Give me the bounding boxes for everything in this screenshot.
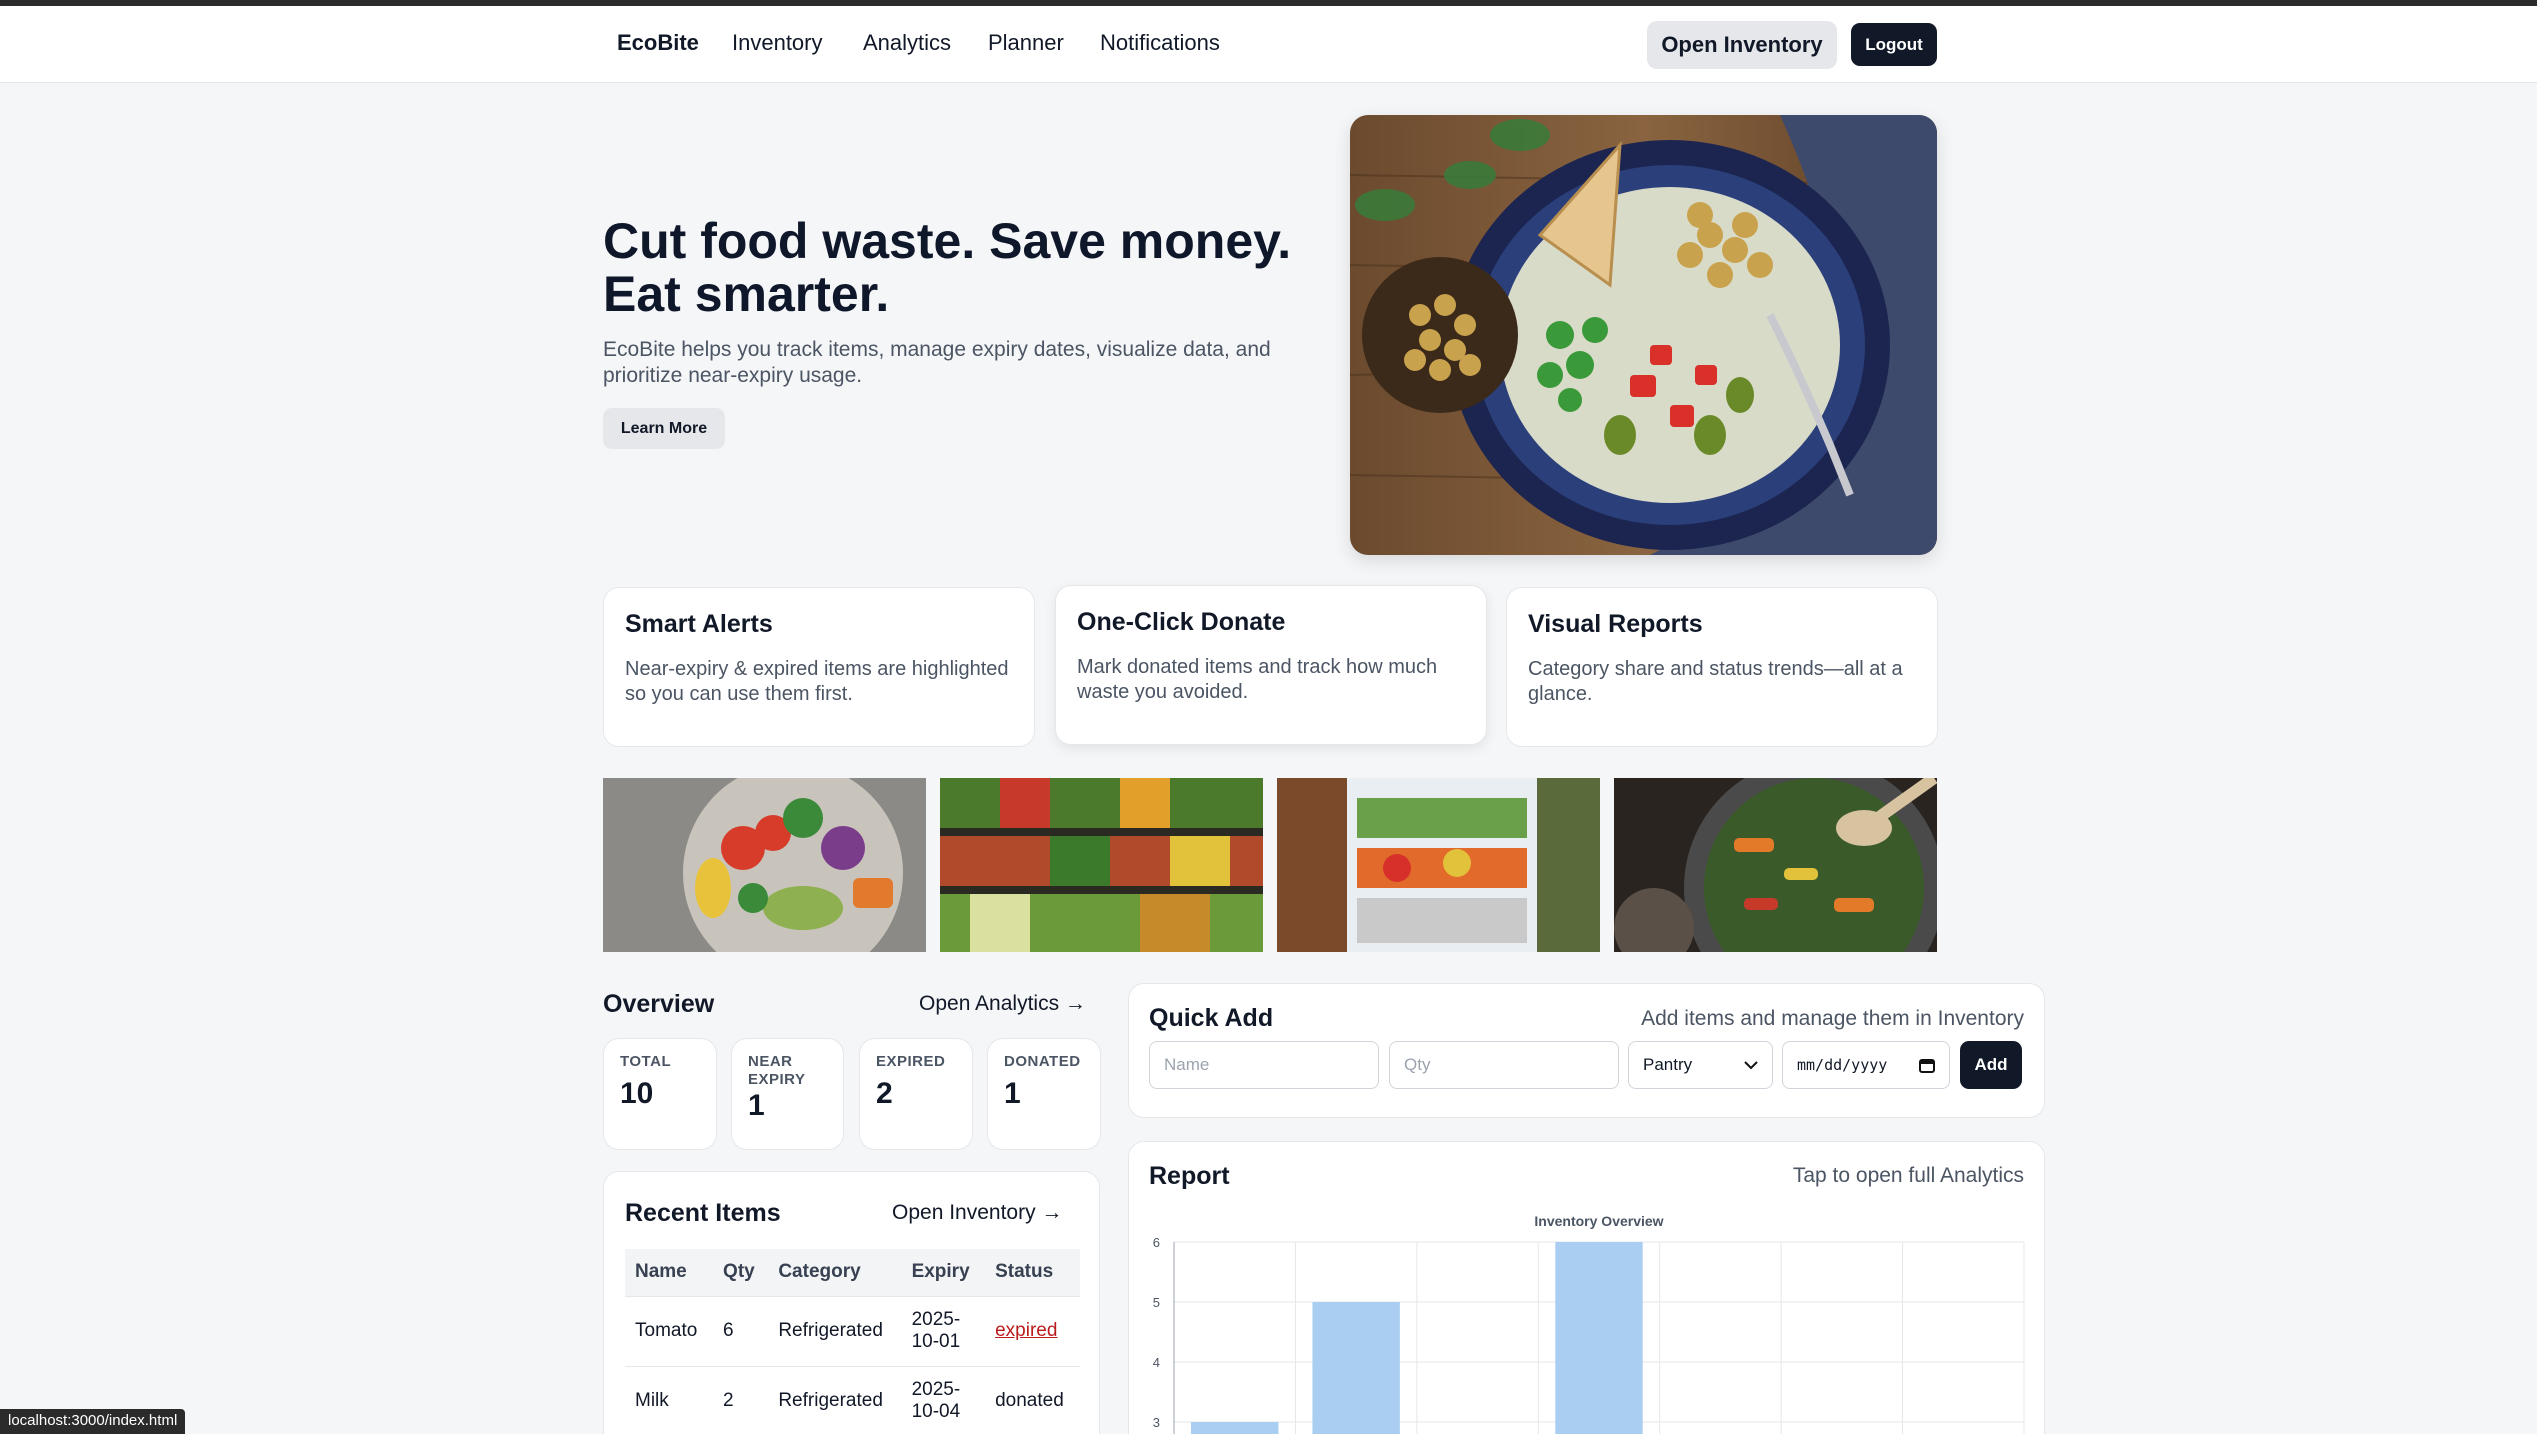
overview-title: Overview (603, 990, 715, 1018)
hero-food-bowl-image (1350, 115, 1937, 555)
nav-link-analytics[interactable]: Analytics (863, 30, 951, 56)
stat-value: 1 (748, 1089, 765, 1122)
date-placeholder: mm/dd/yyyy (1797, 1056, 1888, 1074)
cell-status: expired (985, 1296, 1080, 1367)
category-select[interactable]: Pantry (1628, 1041, 1773, 1089)
cell-qty: 6 (713, 1296, 769, 1367)
open-inventory-button[interactable]: Open Inventory (1647, 21, 1837, 69)
feature-title: One-Click Donate (1077, 608, 1286, 636)
feature-card-visual-reports: Visual Reports Category share and status… (1506, 587, 1938, 747)
cell-category: Refrigerated (768, 1366, 902, 1434)
calendar-icon[interactable] (1919, 1057, 1935, 1073)
feature-title: Visual Reports (1528, 610, 1703, 638)
open-inventory-link[interactable]: Open Inventory → (892, 1201, 1062, 1225)
column-header-qty: Qty (713, 1249, 769, 1297)
brand-logo[interactable]: EcoBite (617, 30, 699, 56)
chart-bar (1555, 1242, 1643, 1434)
expiry-part-2: 10-01 (911, 1331, 961, 1352)
table-header-row: Name Qty Category Expiry Status (625, 1249, 1080, 1297)
qty-input[interactable]: Qty (1389, 1041, 1619, 1089)
cell-name: Milk (625, 1366, 714, 1434)
y-tick-label: 3 (1153, 1415, 1160, 1430)
y-tick-label: 6 (1153, 1235, 1160, 1250)
open-analytics-link[interactable]: Open Analytics → (919, 992, 1086, 1016)
stat-value: 1 (1004, 1077, 1021, 1110)
stat-label: DONATED (1004, 1053, 1081, 1070)
category-selected-value: Pantry (1643, 1055, 1693, 1074)
stat-label: TOTAL (620, 1053, 672, 1070)
stat-card-expired: EXPIRED 2 (859, 1038, 973, 1150)
cell-expiry: 2025- 10-04 (901, 1366, 986, 1434)
stat-value: 10 (620, 1077, 654, 1110)
status-expired-link[interactable]: expired (995, 1320, 1057, 1341)
stat-label: EXPIRED (876, 1053, 946, 1070)
chart-bar (1191, 1422, 1279, 1434)
browser-status-url: localhost:3000/index.html (0, 1409, 186, 1434)
recent-items-table: Name Qty Category Expiry Status Tomato 6… (625, 1249, 1080, 1434)
expiry-part-2: 10-04 (911, 1401, 961, 1422)
y-tick-label: 4 (1153, 1355, 1160, 1370)
gallery-image-salad-plate (603, 778, 926, 952)
hero-title-line-2: Eat smarter. (603, 266, 890, 322)
column-header-expiry: Expiry (901, 1249, 986, 1297)
table-row: Tomato 6 Refrigerated 2025- 10-01 expired (625, 1296, 1080, 1367)
name-input[interactable]: Name (1149, 1041, 1379, 1089)
stat-card-donated: DONATED 1 (987, 1038, 1101, 1150)
recent-items-title: Recent Items (625, 1199, 781, 1227)
expiry-part-1: 2025- (911, 1379, 961, 1400)
quick-add-hint: Add items and manage them in Inventory (1641, 1007, 2024, 1030)
expiry-date-input[interactable]: mm/dd/yyyy (1782, 1041, 1950, 1089)
top-navbar: EcoBite Inventory Analytics Planner Noti… (0, 6, 2537, 83)
table-row: Milk 2 Refrigerated 2025- 10-04 donated (625, 1366, 1080, 1434)
chart-bar (1312, 1302, 1400, 1434)
y-tick-label: 5 (1153, 1295, 1160, 1310)
hero-title-line-1: Cut food waste. Save money. (603, 213, 1292, 269)
cell-expiry: 2025- 10-01 (901, 1296, 986, 1367)
nav-link-planner[interactable]: Planner (988, 30, 1064, 56)
nav-link-inventory[interactable]: Inventory (732, 30, 823, 56)
cell-qty: 2 (713, 1366, 769, 1434)
column-header-status: Status (985, 1249, 1080, 1297)
feature-text: Category share and status trends—all at … (1528, 658, 1903, 705)
hero-subtitle: EcoBite helps you track items, manage ex… (603, 338, 1271, 387)
gallery-image-wok-vegetables (1614, 778, 1937, 952)
feature-card-smart-alerts: Smart Alerts Near-expiry & expired items… (603, 587, 1035, 747)
nav-link-notifications[interactable]: Notifications (1100, 30, 1220, 56)
column-header-category: Category (768, 1249, 902, 1297)
quick-add-card: Quick Add Add items and manage them in I… (1128, 983, 2045, 1118)
chevron-down-icon (1744, 1061, 1758, 1070)
chart-title: Inventory Overview (1534, 1213, 1663, 1229)
inventory-overview-chart: Inventory Overview 6 5 4 3 (1153, 1213, 2025, 1434)
logout-button[interactable]: Logout (1851, 23, 1937, 66)
stat-card-near-expiry: NEAR EXPIRY 1 (731, 1038, 844, 1150)
feature-card-one-click-donate: One-Click Donate Mark donated items and … (1055, 585, 1487, 745)
hero-title: Cut food waste. Save money. Eat smarter. (603, 215, 1303, 321)
report-card[interactable]: Report Tap to open full Analytics Invent… (1128, 1141, 2045, 1434)
feature-text: Near-expiry & expired items are highligh… (625, 658, 1009, 705)
learn-more-button[interactable]: Learn More (603, 408, 725, 449)
feature-title: Smart Alerts (625, 610, 773, 638)
column-header-name: Name (625, 1249, 714, 1297)
stat-label: NEAR EXPIRY (748, 1053, 806, 1088)
add-button[interactable]: Add (1960, 1041, 2022, 1089)
feature-text: Mark donated items and track how much wa… (1077, 656, 1438, 703)
gallery-image-open-fridge (1277, 778, 1600, 952)
gallery-image-produce-shelves (940, 778, 1263, 952)
cell-status: donated (985, 1366, 1080, 1434)
quick-add-title: Quick Add (1149, 1004, 1274, 1032)
cell-name: Tomato (625, 1296, 714, 1367)
cell-category: Refrigerated (768, 1296, 902, 1367)
stat-value: 2 (876, 1077, 893, 1110)
stat-card-total: TOTAL 10 (603, 1038, 717, 1150)
expiry-part-1: 2025- (911, 1309, 961, 1330)
recent-items-card: Recent Items Open Inventory → Name Qty C… (603, 1171, 1100, 1434)
report-hint[interactable]: Tap to open full Analytics (1793, 1164, 2024, 1188)
report-title: Report (1149, 1162, 1230, 1190)
